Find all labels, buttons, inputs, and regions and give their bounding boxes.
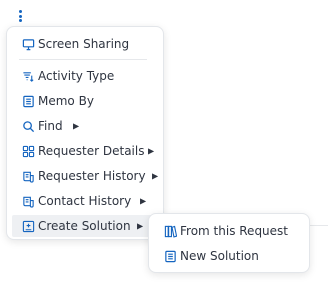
- menu-divider: [19, 59, 147, 60]
- filter-list-icon: [21, 69, 35, 83]
- history-icon: [21, 169, 35, 183]
- menu-item-label: Requester History: [38, 169, 146, 183]
- grid-icon: [21, 144, 35, 158]
- menu-item-activity-type[interactable]: Activity Type: [7, 65, 163, 87]
- menu-item-label: Activity Type: [38, 69, 115, 83]
- menu-item-requester-history[interactable]: Requester History ▶: [7, 165, 163, 187]
- chevron-right-icon: ▶: [73, 121, 80, 131]
- chevron-right-icon: ▶: [137, 221, 144, 231]
- menu-item-find[interactable]: Find ▶: [7, 115, 163, 137]
- chevron-right-icon: ▶: [148, 146, 155, 156]
- menu-item-label: Memo By: [38, 94, 94, 108]
- menu-item-label: Contact History: [38, 194, 132, 208]
- books-icon: [163, 224, 177, 238]
- more-options-button[interactable]: [15, 8, 25, 24]
- menu-item-create-solution[interactable]: Create Solution ▶: [12, 215, 157, 237]
- history-icon: [21, 194, 35, 208]
- context-menu: Screen Sharing Activity Type Memo By Fin…: [6, 26, 164, 240]
- monitor-icon: [21, 37, 35, 51]
- chevron-right-icon: ▶: [140, 196, 147, 206]
- chevron-right-icon: ▶: [152, 171, 159, 181]
- create-solution-submenu: From this Request New Solution: [148, 213, 310, 273]
- memo-icon: [21, 94, 35, 108]
- menu-item-label: Create Solution: [38, 219, 131, 233]
- menu-item-contact-history[interactable]: Contact History ▶: [7, 190, 163, 212]
- document-icon: [163, 249, 177, 263]
- submenu-item-new-solution[interactable]: New Solution: [149, 245, 309, 267]
- menu-item-label: Screen Sharing: [38, 37, 130, 51]
- search-icon: [21, 119, 35, 133]
- submenu-item-label: New Solution: [180, 249, 259, 263]
- more-vertical-icon: [18, 10, 22, 13]
- solution-add-icon: [21, 219, 35, 233]
- menu-item-memo-by[interactable]: Memo By: [7, 90, 163, 112]
- submenu-item-from-this-request[interactable]: From this Request: [149, 220, 309, 242]
- menu-item-label: Requester Details: [38, 144, 145, 158]
- submenu-item-label: From this Request: [180, 224, 288, 238]
- menu-item-screen-sharing[interactable]: Screen Sharing: [7, 33, 163, 55]
- menu-item-label: Find: [38, 119, 63, 133]
- menu-item-requester-details[interactable]: Requester Details ▶: [7, 140, 163, 162]
